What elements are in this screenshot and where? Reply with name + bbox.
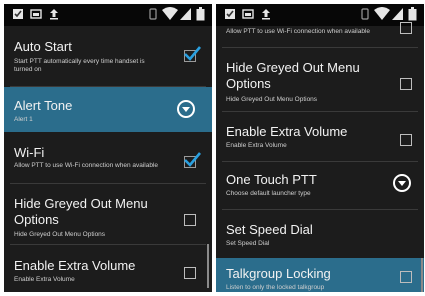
upload-notification-icon	[48, 7, 60, 25]
auto-start-checkbox[interactable]	[184, 46, 201, 62]
setting-title: One Touch PTT	[226, 172, 317, 187]
setting-subtitle: Start PTT automatically every time hands…	[14, 58, 145, 73]
cell-signal-icon	[180, 7, 192, 26]
extra-volume-checkbox[interactable]	[184, 267, 196, 279]
setting-alert-tone[interactable]: Alert Tone Alert 1	[4, 87, 212, 132]
wifi-checkbox[interactable]	[184, 152, 201, 168]
setting-wifi-partial[interactable]: Allow PTT to use Wi-Fi connection when a…	[216, 22, 424, 46]
setting-subtitle: Enable Extra Volume	[14, 276, 75, 283]
setting-subtitle: Set Speed Dial	[226, 240, 270, 247]
wifi-signal-icon	[162, 7, 178, 26]
setting-hide-greyed[interactable]: Hide Greyed Out Menu Options Hide Greyed…	[216, 48, 424, 110]
setting-subtitle: Alert 1	[14, 116, 33, 123]
setting-title: Hide Greyed Out Menu Options	[14, 196, 148, 227]
setting-hide-greyed[interactable]: Hide Greyed Out Menu Options Hide Greyed…	[4, 184, 212, 244]
setting-speed-dial[interactable]: Set Speed Dial Set Speed Dial	[216, 210, 424, 256]
wifi-signal-icon	[374, 7, 390, 26]
status-bar	[216, 4, 424, 26]
setting-extra-volume[interactable]: Enable Extra Volume Enable Extra Volume	[4, 245, 212, 292]
upload-notification-icon	[260, 7, 272, 25]
vibrate-icon	[148, 7, 158, 26]
screenshot-notification-icon	[30, 7, 42, 25]
setting-subtitle: Hide Greyed Out Menu Options	[14, 231, 106, 238]
setting-title: Set Speed Dial	[226, 222, 313, 237]
setting-subtitle: Allow PTT to use Wi-Fi connection when a…	[14, 162, 159, 169]
scrollbar[interactable]	[207, 244, 209, 288]
setting-one-touch-ptt[interactable]: One Touch PTT Choose default launcher ty…	[216, 162, 424, 208]
setting-wifi[interactable]: Wi-Fi Allow PTT to use Wi-Fi connection …	[4, 132, 212, 182]
settings-screen-right: Allow PTT to use Wi-Fi connection when a…	[216, 4, 424, 292]
setting-title: Hide Greyed Out Menu Options	[226, 60, 360, 91]
setting-title: Alert Tone	[14, 98, 73, 113]
setting-title: Enable Extra Volume	[226, 124, 348, 139]
hide-greyed-checkbox[interactable]	[400, 78, 412, 90]
checkbox-notification-icon	[224, 7, 236, 25]
checkbox-notification-icon	[12, 7, 24, 25]
status-bar	[4, 4, 212, 26]
setting-title: Wi-Fi	[14, 145, 45, 160]
checkmark-icon	[184, 46, 201, 61]
setting-extra-volume[interactable]: Enable Extra Volume Enable Extra Volume	[216, 112, 424, 160]
settings-screen-left: Auto Start Start PTT automatically every…	[4, 4, 212, 292]
setting-subtitle: Hide Greyed Out Menu Options	[226, 96, 318, 103]
setting-title: Talkgroup Locking	[226, 266, 331, 281]
hide-greyed-checkbox[interactable]	[184, 214, 196, 226]
dropdown-chevron-icon[interactable]	[177, 100, 195, 118]
talkgroup-locking-checkbox[interactable]	[400, 271, 412, 283]
scrollbar[interactable]	[421, 258, 423, 292]
checkmark-icon	[184, 152, 201, 167]
extra-volume-checkbox[interactable]	[400, 134, 412, 146]
setting-auto-start[interactable]: Auto Start Start PTT automatically every…	[4, 26, 212, 86]
setting-title: Auto Start	[14, 39, 72, 54]
vibrate-icon	[360, 7, 370, 26]
screenshot-notification-icon	[242, 7, 254, 25]
setting-subtitle: Enable Extra Volume	[226, 142, 287, 149]
setting-talkgroup-locking[interactable]: Talkgroup Locking Listen to only the loc…	[216, 258, 424, 292]
wifi-checkbox[interactable]	[400, 22, 412, 34]
battery-icon	[196, 7, 205, 26]
setting-subtitle: Allow PTT to use Wi-Fi connection when a…	[226, 28, 371, 35]
setting-title: Enable Extra Volume	[14, 258, 136, 273]
dropdown-chevron-icon[interactable]	[393, 174, 411, 192]
setting-subtitle: Choose default launcher type	[226, 190, 311, 197]
setting-subtitle: Listen to only the locked talkgroup	[226, 284, 325, 291]
